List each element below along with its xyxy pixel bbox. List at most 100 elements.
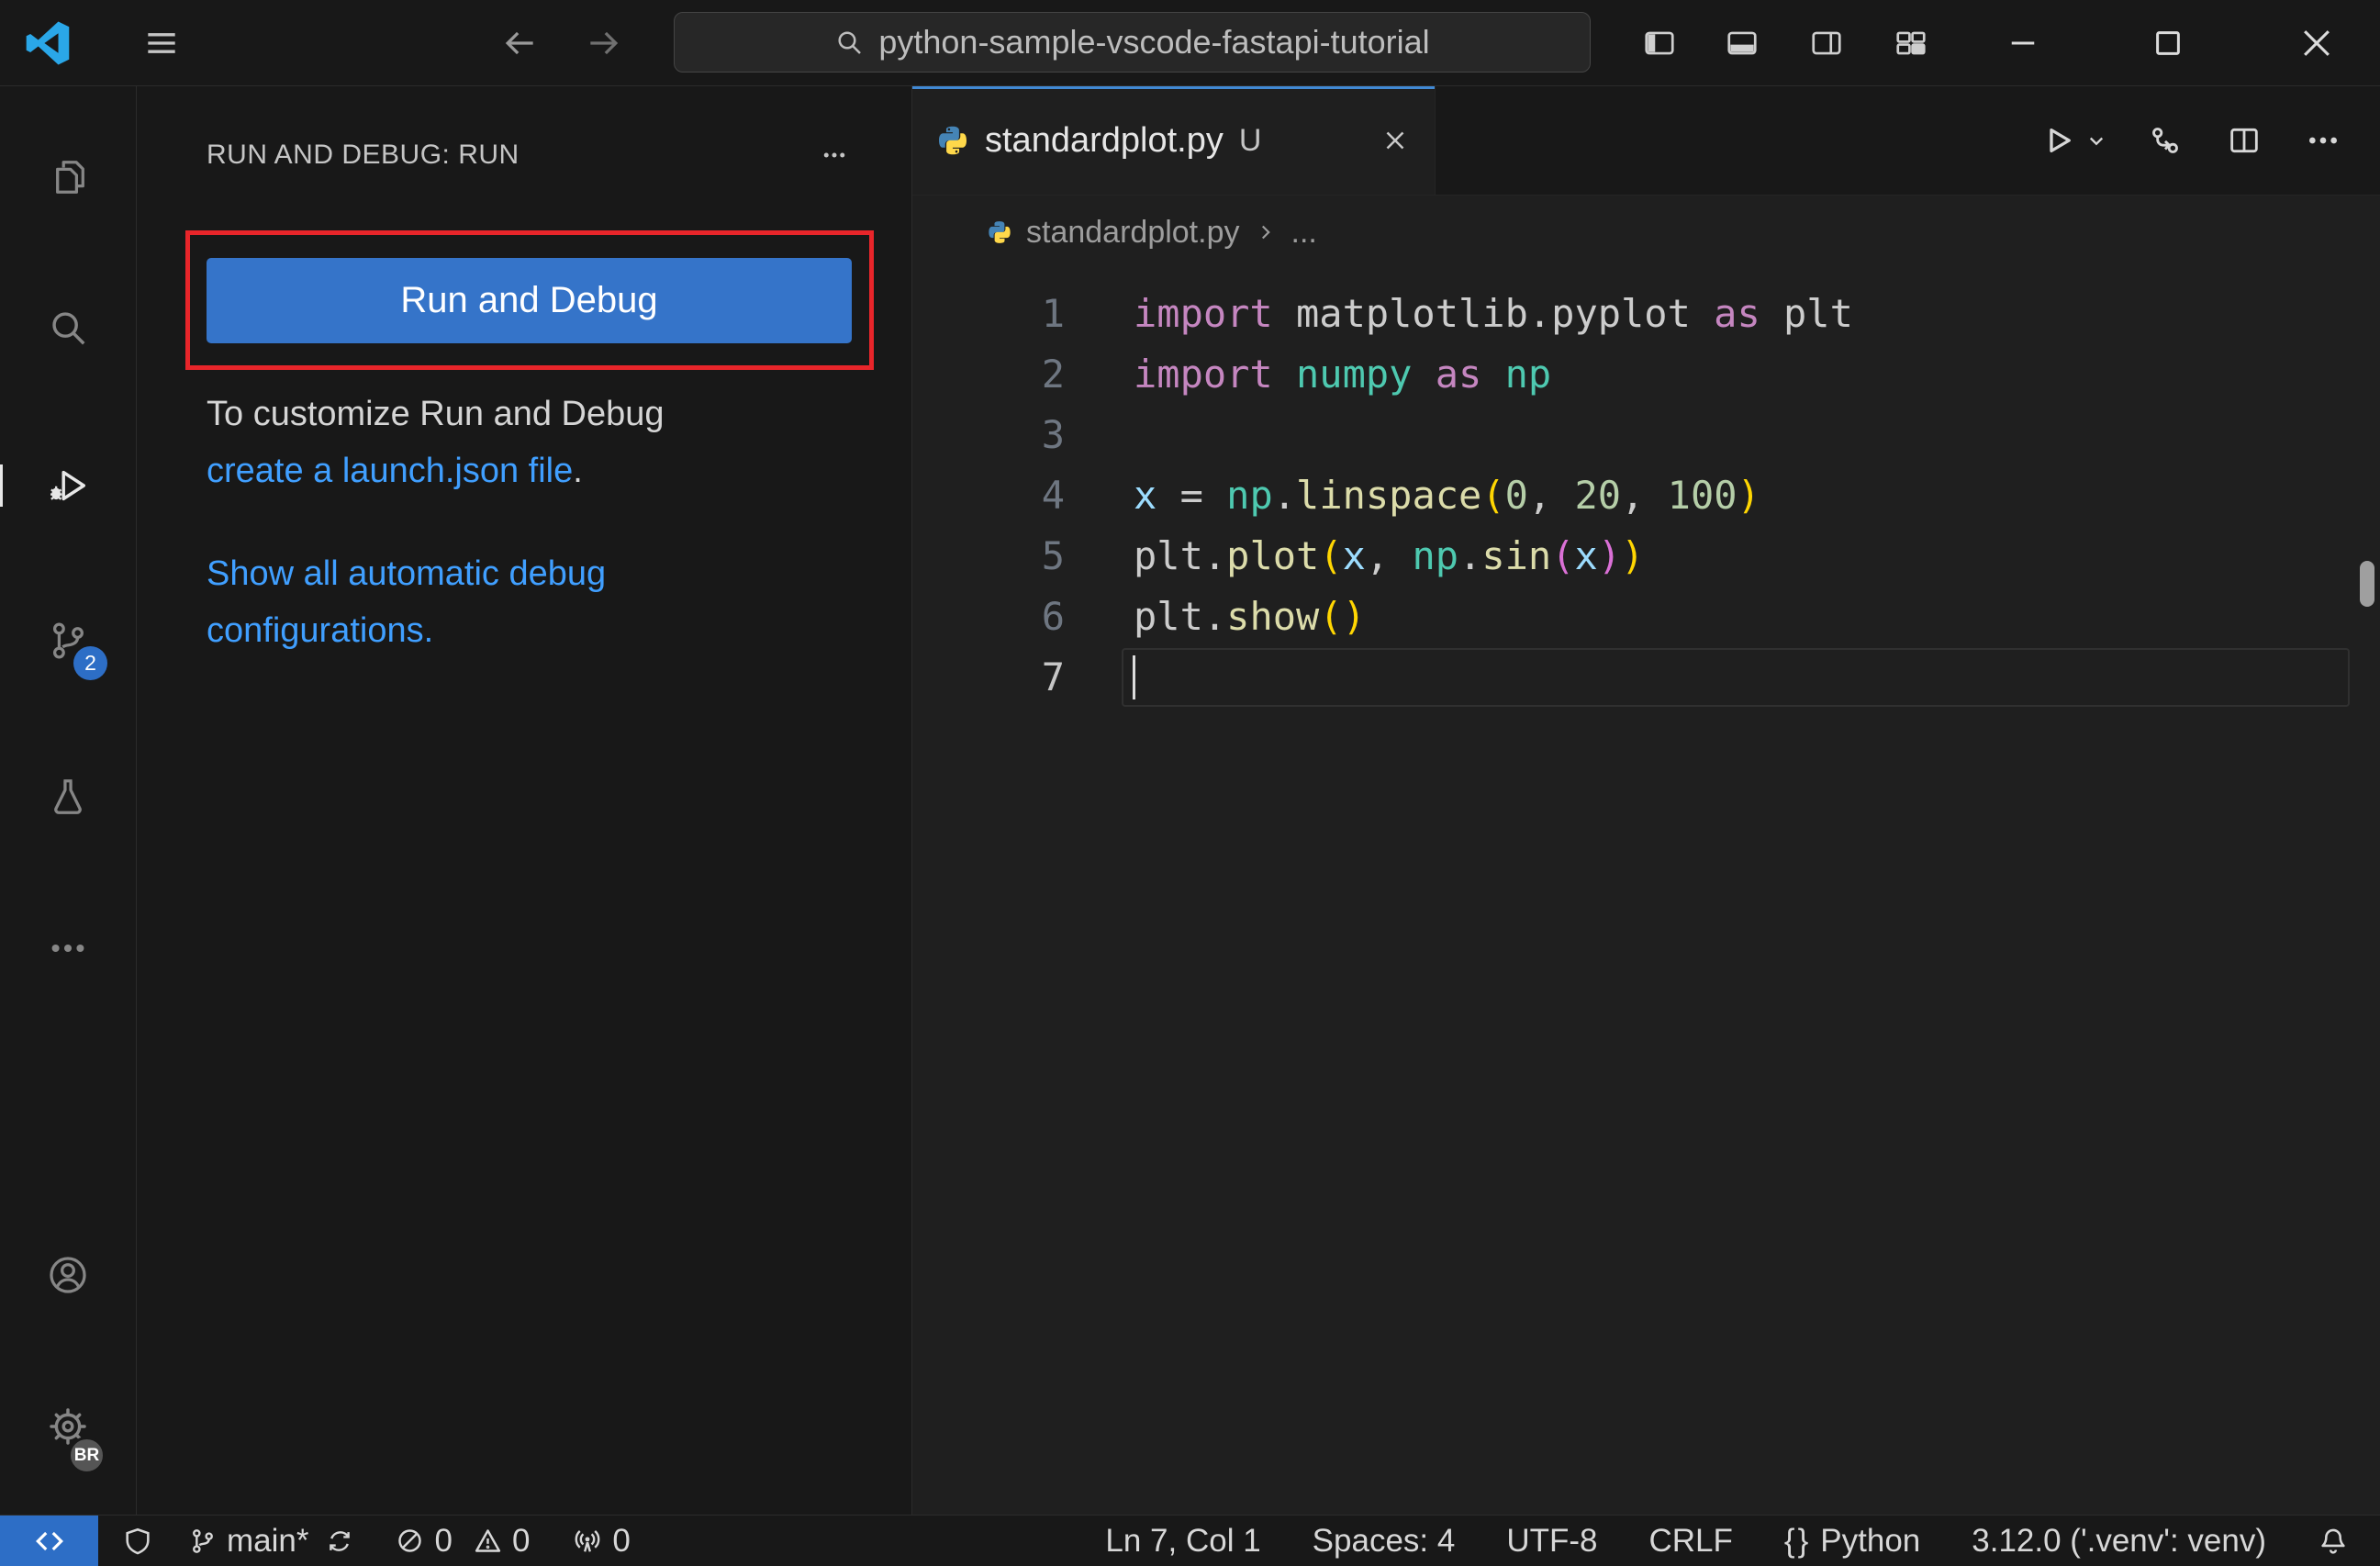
maximize-button[interactable] [2136,11,2200,75]
breadcrumb-filename[interactable]: standardplot.py [1026,215,1240,251]
customize-hint-period: . [573,452,583,490]
code-line-2: 2 import numpy as np [912,344,2380,405]
toggle-panel-icon[interactable] [1725,26,1760,61]
minimize-button[interactable] [1991,11,2055,75]
forward-arrow-icon[interactable] [580,19,628,67]
scrollbar-thumb[interactable] [2360,561,2374,607]
line-number[interactable]: 1 [912,284,1065,344]
profile-badge[interactable]: BR [68,1437,106,1474]
tab-close-icon[interactable] [1380,125,1411,156]
back-arrow-icon[interactable] [496,19,543,67]
code-line-3: 3 [912,405,2380,465]
warnings-count: 0 [511,1522,531,1559]
ports-status[interactable]: 0 [572,1522,631,1560]
run-and-debug-button[interactable]: Run and Debug [207,258,852,343]
customize-layout-icon[interactable] [1894,26,1928,61]
tab-bar: standardplot.py U [912,86,2380,196]
vscode-logo [26,20,70,65]
menu-icon[interactable] [136,17,187,69]
remote-icon [35,1531,63,1550]
notifications-bell-icon[interactable] [2318,1526,2349,1557]
warnings-icon [475,1529,501,1552]
git-branch-status[interactable]: main* [188,1523,354,1560]
command-center-search[interactable]: python-sample-vscode-fastapi-tutorial [674,12,1591,73]
braces-icon: {} [1783,1522,1812,1559]
open-changes-icon[interactable] [2147,122,2184,159]
code-line-4: 4 x = np.linspace(0, 20, 100) [912,465,2380,526]
encoding[interactable]: UTF-8 [1506,1523,1597,1560]
code-line-6: 6 plt.show() [912,587,2380,647]
status-bar: main* 0 0 0 Ln 7, Col 1 Spaces: 4 UTF-8 … [0,1515,2380,1566]
statusbar-right: Ln 7, Col 1 Spaces: 4 UTF-8 CRLF {} Pyth… [1105,1523,2380,1560]
text-cursor [1133,655,1135,699]
code-text: import matplotlib.pyplot as plt [1134,291,1853,336]
sync-icon[interactable] [325,1527,354,1556]
code-line-7: 7 [912,647,2380,708]
breadcrumb[interactable]: standardplot.py ... [912,196,2380,269]
problems-status[interactable]: 0 0 [395,1523,530,1560]
remote-indicator[interactable] [0,1516,98,1566]
editor-actions [2039,86,2380,195]
line-number[interactable]: 4 [912,465,1065,526]
close-button[interactable] [2285,11,2349,75]
toggle-sidebar-icon[interactable] [1642,26,1677,61]
views-more-actions-icon[interactable] [816,141,853,169]
editor-group: standardplot.py U standardplot.py ... 1 … [912,86,2380,1515]
account-icon[interactable] [47,1254,89,1296]
workspace-trust[interactable] [122,1526,153,1557]
radio-tower-icon [575,1529,600,1552]
code-line-1: 1 import matplotlib.pyplot as plt [912,284,2380,344]
explorer-icon[interactable] [47,156,89,198]
indentation[interactable]: Spaces: 4 [1313,1523,1456,1560]
search-view-icon[interactable] [47,307,89,349]
testing-icon[interactable] [47,776,89,818]
run-dropdown-chevron-icon[interactable] [2083,127,2110,154]
git-status-letter: U [1238,122,1262,158]
errors-icon [398,1529,422,1552]
tab-filename: standardplot.py [985,120,1224,160]
language-mode[interactable]: {} Python [1784,1523,1920,1560]
activity-bar: 2 BR [0,86,137,1515]
breadcrumb-symbol[interactable]: ... [1291,215,1317,251]
line-number[interactable]: 6 [912,587,1065,647]
toggle-secondary-sidebar-icon[interactable] [1809,26,1844,61]
code-line-5: 5 plt.plot(x, np.sin(x)) [912,526,2380,587]
python-file-icon [989,221,1011,243]
show-debug-configurations-link[interactable]: Show all automatic debug configurations. [207,554,606,650]
code-editor[interactable]: 1 import matplotlib.pyplot as plt 2 import … [912,269,2380,1515]
python-interpreter[interactable]: 3.12.0 ('.venv': venv) [1972,1523,2266,1560]
git-branch-icon [193,1528,213,1553]
cursor-position[interactable]: Ln 7, Col 1 [1105,1523,1260,1560]
customize-hint-text: To customize Run and Debug [207,395,665,433]
line-number[interactable]: 7 [912,647,1065,708]
titlebar: python-sample-vscode-fastapi-tutorial [0,0,2380,86]
errors-count: 0 [434,1522,453,1559]
branch-name: main* [227,1522,309,1559]
show-debug-configurations: Show all automatic debug configurations. [207,545,665,659]
code-text: import numpy as np [1134,352,1552,397]
ports-count: 0 [612,1522,631,1559]
tab-standardplot[interactable]: standardplot.py U [912,86,1436,195]
search-text: python-sample-vscode-fastapi-tutorial [878,23,1430,61]
python-file-icon [939,126,967,155]
line-number[interactable]: 3 [912,405,1065,465]
scm-badge: 2 [73,646,107,680]
breadcrumb-chevron-icon [1261,225,1270,240]
active-view-indicator [0,464,3,507]
editor-more-actions-icon[interactable] [2305,122,2341,159]
language-label: Python [1820,1522,1921,1559]
create-launch-json-link[interactable]: create a launch.json file [207,452,573,490]
workbench: 2 BR RUN AND DEBUG: RUN Run and Debug To… [0,86,2380,1515]
search-icon [838,31,862,54]
code-text: plt.plot(x, np.sin(x)) [1134,533,1645,578]
more-views-icon[interactable] [47,927,89,969]
line-number[interactable]: 2 [912,344,1065,405]
line-number[interactable]: 5 [912,526,1065,587]
eol-sequence[interactable]: CRLF [1648,1523,1732,1560]
sidebar-title: RUN AND DEBUG: RUN [207,140,520,170]
run-and-debug-icon[interactable] [47,464,89,507]
split-editor-icon[interactable] [2226,122,2263,159]
run-python-file-icon[interactable] [2039,121,2077,160]
